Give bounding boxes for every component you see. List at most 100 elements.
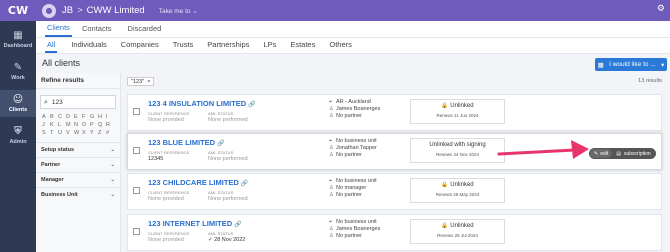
letter-h[interactable]: H <box>98 114 106 120</box>
tab-lps[interactable]: LPs <box>263 40 276 53</box>
letter-p[interactable]: P <box>90 122 98 128</box>
link-status: Unlinked <box>450 103 474 109</box>
search-value: 123 <box>51 98 63 106</box>
row-checkbox[interactable] <box>133 228 140 235</box>
link-icon: 🔗 <box>234 221 242 228</box>
client-reference-label: CLIENT REFERENCE <box>148 150 190 155</box>
practice-name[interactable]: CWW Limited <box>87 5 145 16</box>
letter-f[interactable]: F <box>82 114 90 120</box>
user-initials[interactable]: JB <box>62 5 73 16</box>
alphabet-filter: A B C D E F G H I J K L M N O P Q R S T … <box>42 114 120 136</box>
letter-e[interactable]: E <box>74 114 82 120</box>
letter-s[interactable]: S <box>42 130 50 136</box>
gear-icon[interactable]: ⚙ <box>657 4 665 14</box>
letter-n[interactable]: N <box>74 122 82 128</box>
annotation-arrow <box>497 140 589 159</box>
letter-m[interactable]: M <box>66 122 74 128</box>
letter-y[interactable]: Y <box>90 130 98 136</box>
letter-k[interactable]: K <box>50 122 58 128</box>
tab-contacts[interactable]: Contacts <box>82 24 118 37</box>
letter-u[interactable]: U <box>58 130 66 136</box>
client-name-link[interactable]: 123 INTERNET LIMITED 🔗 <box>148 219 242 228</box>
filter-partner[interactable]: Partner ⌄ <box>36 157 120 172</box>
letter-v[interactable]: V <box>66 130 74 136</box>
client-row[interactable]: 123 INTERNET LIMITED 🔗 CLIENT REFERENCE A… <box>127 214 662 251</box>
filter-setup-status[interactable]: Setup status ⌄ <box>36 142 120 157</box>
letter-l[interactable]: L <box>58 122 66 128</box>
row-checkbox[interactable] <box>133 108 140 115</box>
client-row[interactable]: 123 4 INSULATION LIMITED 🔗 CLIENT REFEREN… <box>127 94 662 131</box>
letter-a[interactable]: A <box>42 114 50 120</box>
filter-partner-label: Partner <box>41 162 61 168</box>
renews-label: Renews <box>436 113 453 118</box>
active-filters-row: "123" × 13 results <box>127 77 662 87</box>
tab-all[interactable]: All <box>45 40 58 53</box>
manager: No manager <box>336 185 367 191</box>
i-would-like-to-label: I would like to ... <box>609 61 656 68</box>
tab-discarded[interactable]: Discarded <box>128 24 168 37</box>
nav-work[interactable]: ✎ Work <box>0 58 36 85</box>
check-icon: ✓ <box>208 237 213 243</box>
link-status-box: 🔒 Unlinked Renews 29 May 2024 <box>410 178 505 203</box>
letter-z[interactable]: Z <box>98 130 106 136</box>
nav-work-label: Work <box>11 75 25 81</box>
renews-label: Renews <box>437 233 454 238</box>
subscription-button[interactable]: ▤ subscription <box>616 151 650 157</box>
aml-status-value: None performed <box>208 156 248 162</box>
tab-clients[interactable]: Clients <box>45 23 72 37</box>
letter-i[interactable]: I <box>106 114 114 120</box>
client-row[interactable]: 123 CHILDCARE LIMITED 🔗 CLIENT REFERENCE … <box>127 173 662 210</box>
close-icon[interactable]: × <box>147 79 150 85</box>
location-icon: ⌖ <box>329 99 333 105</box>
aml-status-label: AML STATUS <box>208 111 234 116</box>
letter-j[interactable]: J <box>42 122 50 128</box>
partner: No partner <box>336 113 362 119</box>
tab-individuals[interactable]: Individuals <box>71 40 106 53</box>
person-icon: ♙ <box>329 152 334 158</box>
filter-manager[interactable]: Manager ⌄ <box>36 172 120 187</box>
letter-w[interactable]: W <box>74 130 82 136</box>
tab-companies[interactable]: Companies <box>121 40 159 53</box>
letter-b[interactable]: B <box>50 114 58 120</box>
client-name-link[interactable]: 123 CHILDCARE LIMITED 🔗 <box>148 178 248 187</box>
letter-g[interactable]: G <box>90 114 98 120</box>
client-search-input[interactable]: ⌕ 123 <box>40 95 116 109</box>
letter-c[interactable]: C <box>58 114 66 120</box>
business-unit: AR - Auckland <box>336 99 371 105</box>
edit-button[interactable]: ✎ edit <box>590 149 613 158</box>
renews-date: 29 May 2024 <box>453 192 480 197</box>
partner: No partner <box>336 192 362 198</box>
client-name-link[interactable]: 123 BLUE LIMITED 🔗 <box>148 138 225 147</box>
letter-o[interactable]: O <box>82 122 90 128</box>
letter-q[interactable]: Q <box>98 122 106 128</box>
grid-icon: ▦ <box>597 61 604 69</box>
tab-others[interactable]: Others <box>329 40 352 53</box>
filter-business-unit[interactable]: Business Unit ⌄ <box>36 187 120 202</box>
tab-estates[interactable]: Estates <box>290 40 315 53</box>
take-me-to-menu[interactable]: Take me to ⌄ <box>159 7 198 15</box>
client-name-link[interactable]: 123 4 INSULATION LIMITED 🔗 <box>148 99 256 108</box>
letter-r[interactable]: R <box>106 122 114 128</box>
nav-clients[interactable]: ☺ Clients <box>0 90 36 117</box>
row-checkbox[interactable] <box>133 147 140 154</box>
letter-d[interactable]: D <box>66 114 74 120</box>
annotation-arrow-head <box>571 140 589 159</box>
nav-admin[interactable]: ⛨ Admin <box>0 122 36 149</box>
link-status-box: 🔒 Unlinked Renews 11 Jun 2024 <box>410 99 505 124</box>
letter-x[interactable]: X <box>82 130 90 136</box>
user-icon[interactable]: ● <box>42 3 56 18</box>
tab-partnerships[interactable]: Partnerships <box>207 40 249 53</box>
app-logo[interactable]: CW <box>0 0 36 21</box>
i-would-like-to-button[interactable]: ▦ I would like to ... ▾ <box>595 58 667 71</box>
letter-hash[interactable]: # <box>106 130 114 136</box>
search-filter-chip[interactable]: "123" × <box>127 77 155 86</box>
aml-status-label: AML STATUS <box>208 190 234 195</box>
letter-t[interactable]: T <box>50 130 58 136</box>
tab-trusts[interactable]: Trusts <box>173 40 194 53</box>
nav-dashboard[interactable]: ▦ Dashboard <box>0 26 36 53</box>
row-action-pill: ✎ edit ▤ subscription <box>589 148 656 159</box>
link-icon: 🔗 <box>217 140 225 147</box>
location-icon: ⌖ <box>329 219 333 225</box>
row-checkbox[interactable] <box>133 187 140 194</box>
document-icon: ▤ <box>616 150 621 157</box>
